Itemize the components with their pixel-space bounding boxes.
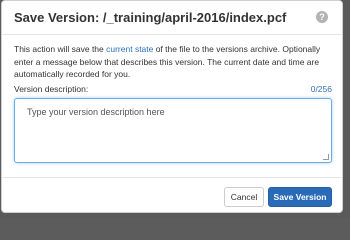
- cancel-button[interactable]: Cancel: [224, 187, 264, 207]
- dialog-header: Save Version: /_training/april-2016/inde…: [2, 1, 342, 35]
- dialog-footer: Cancel Save Version: [2, 177, 342, 212]
- version-description-label: Version description:: [14, 84, 89, 94]
- save-version-dialog: Save Version: /_training/april-2016/inde…: [1, 0, 343, 213]
- description-text-start: This action will save the: [14, 44, 107, 54]
- save-version-button[interactable]: Save Version: [268, 187, 332, 207]
- dialog-body: This action will save the current state …: [14, 43, 332, 163]
- version-description-field: [14, 98, 332, 163]
- help-icon[interactable]: ?: [316, 11, 328, 23]
- character-count: 0/256: [310, 84, 332, 94]
- resize-handle-icon[interactable]: [323, 154, 329, 160]
- field-row: Version description: 0/256: [14, 84, 332, 96]
- dialog-description: This action will save the current state …: [14, 43, 332, 81]
- current-state-link[interactable]: current state: [106, 44, 153, 54]
- dialog-title: Save Version: /_training/april-2016/inde…: [14, 10, 287, 25]
- version-description-input[interactable]: [15, 99, 331, 162]
